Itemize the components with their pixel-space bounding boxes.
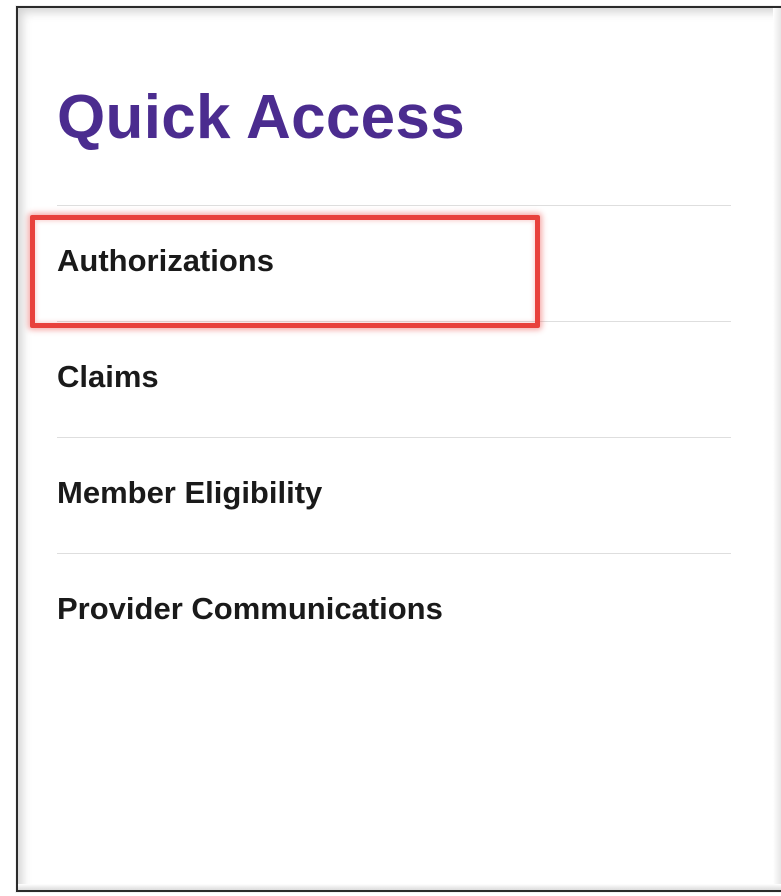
menu-item-provider-communications[interactable]: Provider Communications	[57, 553, 731, 669]
menu-item-authorizations[interactable]: Authorizations	[57, 205, 731, 321]
panel-right-edge	[773, 8, 781, 890]
panel-bottom-edge	[18, 884, 781, 890]
quick-access-menu: Authorizations Claims Member Eligibility…	[57, 205, 731, 669]
menu-item-label: Provider Communications	[57, 590, 443, 626]
menu-item-member-eligibility[interactable]: Member Eligibility	[57, 437, 731, 553]
menu-item-label: Claims	[57, 358, 159, 394]
menu-item-claims[interactable]: Claims	[57, 321, 731, 437]
menu-item-label: Authorizations	[57, 242, 274, 278]
panel-title: Quick Access	[57, 83, 465, 152]
menu-item-label: Member Eligibility	[57, 474, 323, 510]
